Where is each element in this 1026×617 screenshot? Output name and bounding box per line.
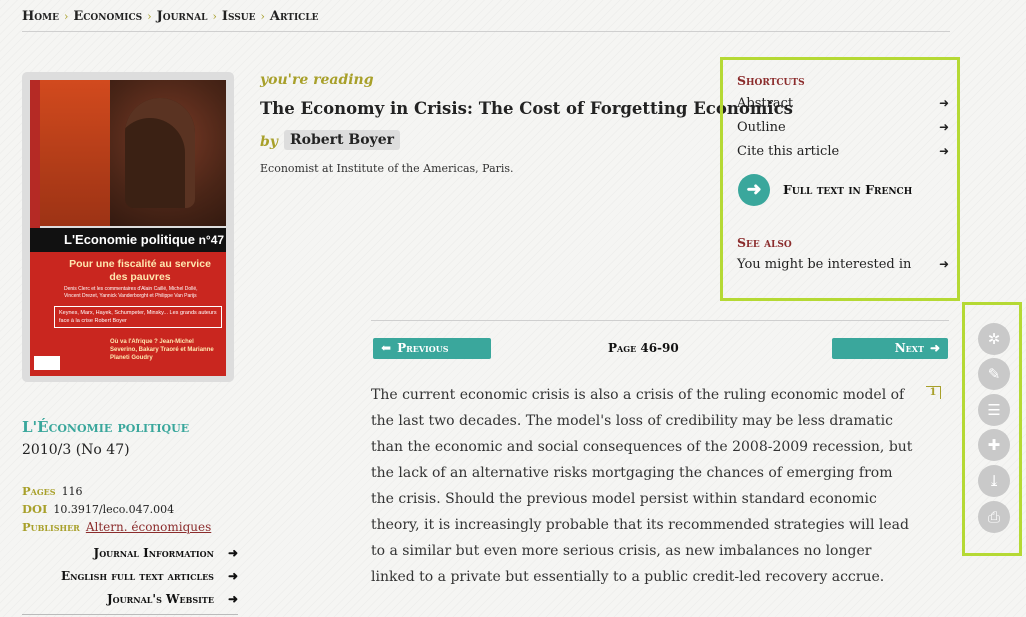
breadcrumb-separator: › <box>260 10 265 23</box>
publisher-link[interactable]: Altern. économiques <box>86 520 211 534</box>
breadcrumb-home[interactable]: Home <box>22 9 59 24</box>
see-also-label: You might be interested in <box>737 257 912 272</box>
pages-label: Pages <box>22 484 56 498</box>
cover-feature-box: Keynes, Marx, Hayek, Schumpeter, Minsky.… <box>54 306 222 328</box>
journal-website-link[interactable]: Journal's Website ➜ <box>107 592 238 606</box>
breadcrumb-journal[interactable]: Journal <box>157 9 208 24</box>
previous-label: Previous <box>397 341 449 355</box>
article-title: The Economy in Crisis: The Cost of Forge… <box>260 99 793 118</box>
arrow-right-icon: ➜ <box>938 257 949 271</box>
doi-value: 10.3917/leco.047.004 <box>53 503 175 516</box>
arrow-right-icon: ➜ <box>938 144 949 158</box>
cover-contributors: Denis Clerc et les commentaires d'Alain … <box>64 286 198 299</box>
footnote-marker[interactable]: 1 <box>926 386 941 399</box>
shortcut-abstract[interactable]: Abstract ➜ <box>737 96 949 111</box>
divider <box>371 320 949 321</box>
shortcut-outline-label: Outline <box>737 120 786 135</box>
cover-title-bar: L'Economie politique n°47 <box>30 228 226 252</box>
breadcrumb-issue[interactable]: Issue <box>222 9 256 24</box>
cover-feature-text: Keynes, Marx, Hayek, Schumpeter, Minsky.… <box>59 310 217 324</box>
breadcrumb-separator: › <box>212 10 217 23</box>
arrow-left-icon: ⬅ <box>381 341 392 355</box>
breadcrumb-separator: › <box>147 10 152 23</box>
arrow-right-icon: ➜ <box>227 546 238 560</box>
cover-issue-number: n°47 <box>198 233 225 247</box>
arrow-right-icon: ➜ <box>929 341 940 355</box>
arrow-right-icon: ➜ <box>938 96 949 110</box>
cover-feature-author: Robert Boyer <box>94 318 127 324</box>
english-articles-label: English full text articles <box>61 569 214 583</box>
pdf-icon[interactable]: ⤓ <box>978 465 1010 497</box>
annotate-icon[interactable]: ✎ <box>978 358 1010 390</box>
bookmark-add-icon[interactable]: ✚ <box>978 429 1010 461</box>
arrow-circle-icon: ➜ <box>738 174 770 206</box>
doi-meta: DOI 10.3917/leco.047.004 <box>22 502 174 516</box>
arrow-right-icon: ➜ <box>227 569 238 583</box>
pages-value: 116 <box>61 485 83 498</box>
publisher-logo <box>34 356 60 370</box>
shortcut-outline[interactable]: Outline ➜ <box>737 120 949 135</box>
cover-sub-headline: Où va l'Afrique ? Jean-Michel Severino, … <box>110 339 214 361</box>
page-range: Page 46-90 <box>608 341 679 355</box>
breadcrumb: Home › Economics › Journal › Issue › Article <box>22 9 950 32</box>
doi-label: DOI <box>22 502 48 516</box>
article-body-paragraph: The current economic crisis is also a cr… <box>371 387 913 585</box>
breadcrumb-economics[interactable]: Economics <box>73 9 142 24</box>
cover-journal-name: L'Economie politique <box>64 232 195 247</box>
cover-headline: Pour une fiscalité au service des pauvre… <box>69 258 211 283</box>
cover-red-panel: Pour une fiscalité au service des pauvre… <box>30 252 226 376</box>
shortcut-abstract-label: Abstract <box>737 96 794 111</box>
journal-cover[interactable]: L'Economie politique n°47 Pour une fisca… <box>22 72 234 382</box>
journal-information-label: Journal Information <box>93 546 214 560</box>
breadcrumb-separator: › <box>63 10 69 23</box>
see-also-title: See also <box>737 235 792 250</box>
shortcuts-title: Shortcuts <box>737 73 805 88</box>
author-name[interactable]: Robert Boyer <box>284 130 400 150</box>
shortcut-cite-label: Cite this article <box>737 144 840 159</box>
reading-label: you're reading <box>260 72 374 88</box>
next-label: Next <box>894 341 924 355</box>
outline-toggle-icon[interactable]: ☰ <box>978 394 1010 426</box>
by-label: by <box>260 134 278 150</box>
arrow-right-icon: ➜ <box>227 592 238 606</box>
divider <box>22 614 238 615</box>
share-icon[interactable]: ✲ <box>978 323 1010 355</box>
publisher-label: Publisher <box>22 520 80 534</box>
author-affiliation: Economist at Institute of the Americas, … <box>260 162 514 175</box>
previous-button[interactable]: ⬅ Previous <box>373 338 491 359</box>
cover-photo <box>30 80 226 226</box>
print-icon[interactable]: ⎙ <box>978 501 1010 533</box>
journal-information-link[interactable]: Journal Information ➜ <box>94 546 238 560</box>
journal-name[interactable]: L'Économie politique <box>22 418 189 436</box>
next-button[interactable]: Next ➜ <box>832 338 948 359</box>
full-text-french-button[interactable]: ➜ Full text in French <box>738 174 928 206</box>
arrow-right-icon: ➜ <box>938 120 949 134</box>
shortcut-cite[interactable]: Cite this article ➜ <box>737 144 949 159</box>
english-articles-link[interactable]: English full text articles ➜ <box>61 569 238 583</box>
see-also-link[interactable]: You might be interested in ➜ <box>737 257 949 272</box>
full-text-french-label: Full text in French <box>783 182 913 197</box>
pages-meta: Pages 116 <box>22 484 83 498</box>
journal-website-label: Journal's Website <box>106 592 214 606</box>
cover-image: L'Economie politique n°47 Pour une fisca… <box>30 80 226 376</box>
breadcrumb-article[interactable]: Article <box>270 9 319 24</box>
publisher-meta: Publisher Altern. économiques <box>22 520 211 534</box>
journal-issue: 2010/3 (No 47) <box>22 442 130 458</box>
